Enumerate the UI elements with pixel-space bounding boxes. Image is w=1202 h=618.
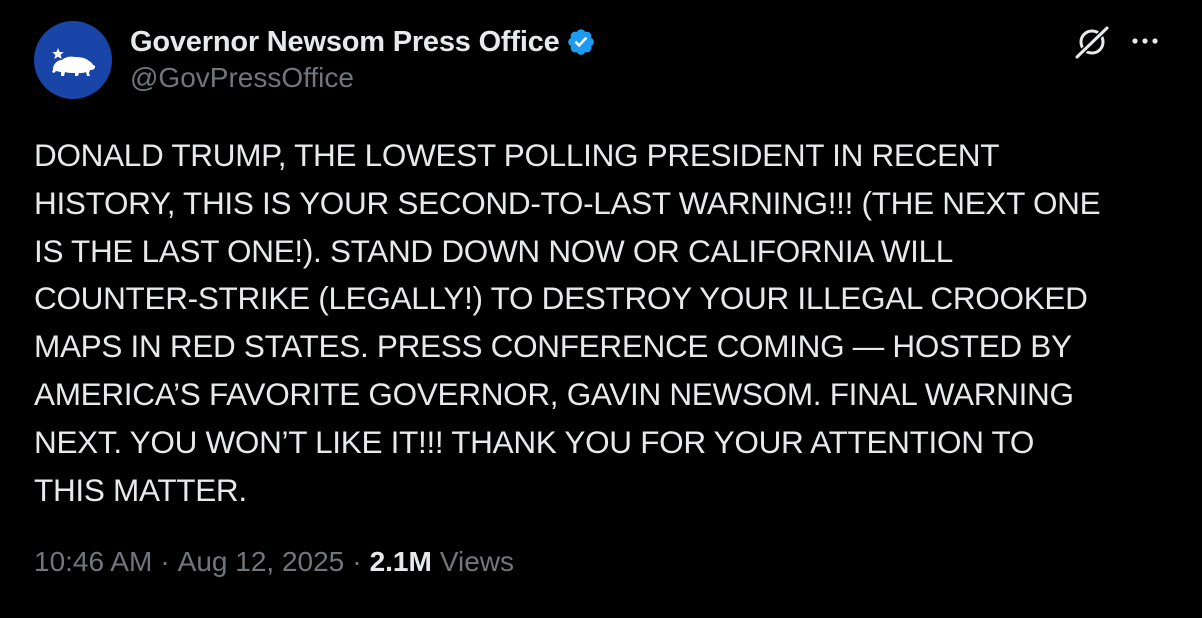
tweet-time[interactable]: 10:46 AM bbox=[34, 546, 152, 578]
tweet-meta: 10:46 AM · Aug 12, 2025 · 2.1M Views bbox=[34, 546, 514, 578]
views-label: Views bbox=[439, 546, 514, 577]
tweet: Governor Newsom Press Office @GovPressOf… bbox=[0, 0, 1202, 618]
views-count: 2.1M bbox=[369, 546, 432, 577]
author-name-row: Governor Newsom Press Office bbox=[130, 22, 596, 62]
tweet-date[interactable]: Aug 12, 2025 bbox=[178, 546, 345, 578]
grok-button[interactable] bbox=[1072, 22, 1112, 62]
avatar[interactable] bbox=[34, 21, 112, 99]
author-handle[interactable]: @GovPressOffice bbox=[130, 62, 354, 94]
more-options-icon bbox=[1132, 38, 1158, 44]
author-display-name[interactable]: Governor Newsom Press Office bbox=[130, 26, 560, 59]
tweet-text: DONALD TRUMP, THE LOWEST POLLING PRESIDE… bbox=[34, 137, 1101, 508]
verified-badge-icon[interactable] bbox=[566, 27, 596, 57]
grok-icon bbox=[1074, 25, 1110, 60]
meta-separator: · bbox=[160, 546, 170, 577]
more-options-button[interactable] bbox=[1128, 26, 1164, 56]
meta-separator: · bbox=[352, 546, 362, 577]
california-bear-star-icon bbox=[52, 48, 96, 76]
